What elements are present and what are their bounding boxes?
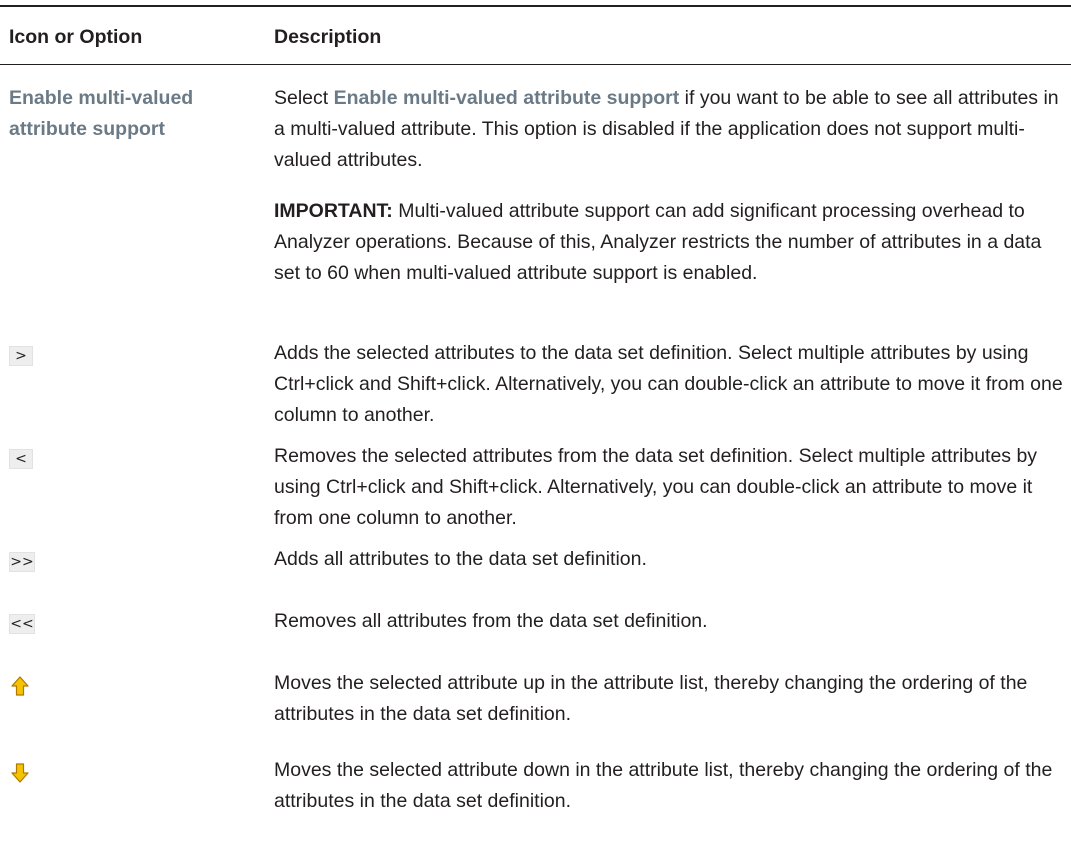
description-option-reference: Enable multi-valued attribute support	[333, 87, 680, 109]
description-add-selected: Adds the selected attributes to the data…	[274, 342, 1063, 426]
column-header-description: Description	[274, 26, 382, 48]
column-header-icon-or-option: Icon or Option	[9, 26, 143, 48]
description-enable-multi-valued: Select Enable multi-valued attribute sup…	[274, 83, 1064, 176]
description-move-down: Moves the selected attribute down in the…	[274, 759, 1053, 812]
remove-all-icon: <<	[9, 614, 35, 634]
option-label: Enable multi-valued attribute support	[9, 87, 194, 140]
header-divider	[0, 64, 1071, 65]
remove-selected-icon: <	[9, 449, 33, 469]
add-all-icon: >>	[9, 552, 35, 572]
description-move-up: Moves the selected attribute up in the a…	[274, 672, 1028, 725]
option-enable-multi-valued: Enable multi-valued attribute support	[9, 83, 259, 145]
important-note: IMPORTANT: Multi-valued attribute suppor…	[274, 196, 1064, 289]
description-remove-all: Removes all attributes from the data set…	[274, 610, 708, 632]
move-up-arrow-icon	[9, 675, 31, 697]
description-remove-selected: Removes the selected attributes from the…	[274, 445, 1038, 529]
description-add-all: Adds all attributes to the data set defi…	[274, 548, 647, 570]
move-down-arrow-icon	[9, 762, 31, 784]
add-selected-icon: >	[9, 346, 33, 366]
table-top-rule	[0, 5, 1071, 7]
important-label: IMPORTANT:	[274, 200, 393, 222]
description-text-prefix: Select	[274, 87, 334, 109]
